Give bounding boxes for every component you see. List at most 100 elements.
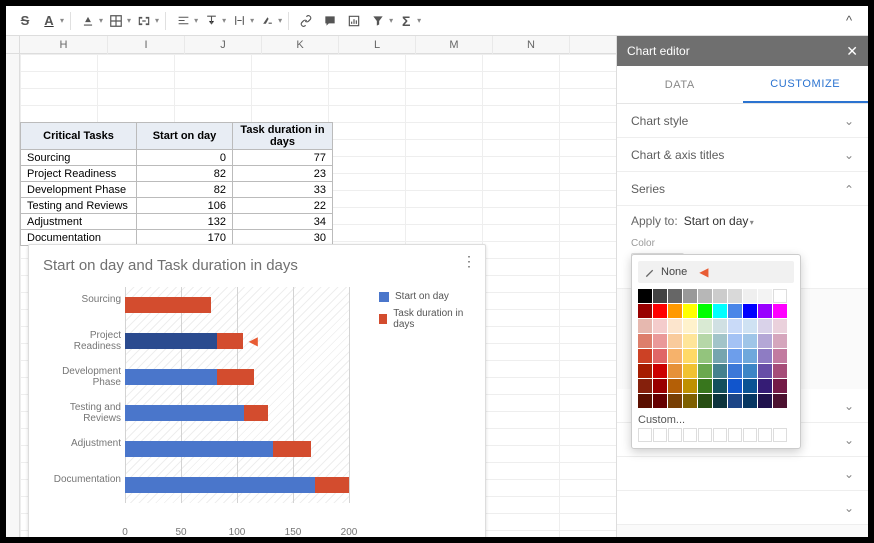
custom-color-slot[interactable]	[668, 428, 682, 442]
color-swatch[interactable]	[743, 334, 757, 348]
color-swatch[interactable]	[773, 304, 787, 318]
spreadsheet[interactable]: HIJKLMN Critical TasksStart on dayTask d…	[6, 36, 616, 537]
color-swatch[interactable]	[713, 289, 727, 303]
legend-item[interactable]: Start on day	[379, 291, 471, 302]
color-swatch[interactable]	[728, 334, 742, 348]
color-swatch[interactable]	[698, 379, 712, 393]
color-swatch[interactable]	[773, 349, 787, 363]
color-swatch[interactable]	[698, 334, 712, 348]
color-swatch[interactable]	[668, 289, 682, 303]
color-none[interactable]: None ◀	[638, 261, 794, 283]
color-swatch[interactable]	[638, 379, 652, 393]
custom-color-slot[interactable]	[773, 428, 787, 442]
color-swatch[interactable]	[758, 319, 772, 333]
apply-to-dropdown[interactable]: Start on day ▾	[684, 214, 754, 228]
column-header[interactable]: I	[108, 36, 185, 54]
color-swatch[interactable]	[728, 304, 742, 318]
color-swatch[interactable]	[713, 334, 727, 348]
color-swatch[interactable]	[653, 349, 667, 363]
table-cell[interactable]: 22	[233, 198, 333, 214]
color-swatch[interactable]	[773, 289, 787, 303]
color-swatch[interactable]	[743, 394, 757, 408]
table-cell[interactable]: 77	[233, 150, 333, 166]
color-swatch[interactable]	[683, 319, 697, 333]
custom-color-slot[interactable]	[713, 428, 727, 442]
color-swatch[interactable]	[698, 349, 712, 363]
accordion-chart-style[interactable]: Chart style⌄	[617, 104, 868, 138]
color-swatch[interactable]	[713, 304, 727, 318]
text-color-icon[interactable]: A	[38, 10, 60, 32]
color-swatch[interactable]	[698, 319, 712, 333]
color-swatch[interactable]	[728, 319, 742, 333]
color-swatch[interactable]	[698, 364, 712, 378]
custom-color-slot[interactable]	[653, 428, 667, 442]
table-cell[interactable]: 82	[137, 166, 233, 182]
color-swatch[interactable]	[683, 364, 697, 378]
wrap-icon[interactable]	[228, 10, 250, 32]
color-swatch[interactable]	[743, 379, 757, 393]
table-header[interactable]: Critical Tasks	[21, 123, 137, 150]
table-cell[interactable]: Sourcing	[21, 150, 137, 166]
table-row[interactable]: Adjustment13234	[21, 214, 333, 230]
chart-bar[interactable]	[125, 369, 254, 385]
color-swatch[interactable]	[728, 394, 742, 408]
color-swatch[interactable]	[683, 304, 697, 318]
color-swatch[interactable]	[683, 334, 697, 348]
tab-data[interactable]: DATA	[617, 66, 743, 103]
color-swatch[interactable]	[668, 379, 682, 393]
color-swatch[interactable]	[653, 334, 667, 348]
comment-icon[interactable]	[319, 10, 341, 32]
color-swatch[interactable]	[638, 394, 652, 408]
column-header[interactable]: H	[20, 36, 108, 54]
color-swatch[interactable]	[653, 379, 667, 393]
color-swatch[interactable]	[638, 364, 652, 378]
valign-icon[interactable]	[200, 10, 222, 32]
legend-item[interactable]: Task duration in days	[379, 308, 471, 330]
table-cell[interactable]: Testing and Reviews	[21, 198, 137, 214]
table-cell[interactable]: Adjustment	[21, 214, 137, 230]
color-swatch[interactable]	[698, 304, 712, 318]
color-swatch[interactable]	[743, 304, 757, 318]
chart-bar[interactable]	[125, 405, 268, 421]
color-swatch[interactable]	[668, 349, 682, 363]
rotate-icon[interactable]	[256, 10, 278, 32]
color-swatch[interactable]	[668, 394, 682, 408]
column-header[interactable]: K	[262, 36, 339, 54]
color-swatch[interactable]	[698, 394, 712, 408]
color-swatch[interactable]	[758, 364, 772, 378]
table-header[interactable]: Start on day	[137, 123, 233, 150]
accordion-item[interactable]: ⌄	[617, 457, 868, 491]
color-swatch[interactable]	[638, 334, 652, 348]
table-row[interactable]: Project Readiness8223	[21, 166, 333, 182]
custom-color-slot[interactable]	[698, 428, 712, 442]
chart-bar[interactable]	[125, 477, 349, 493]
table-cell[interactable]: 106	[137, 198, 233, 214]
color-swatch[interactable]	[713, 349, 727, 363]
column-header[interactable]: M	[416, 36, 493, 54]
color-swatch[interactable]	[728, 379, 742, 393]
table-cell[interactable]: 132	[137, 214, 233, 230]
data-table[interactable]: Critical TasksStart on dayTask duration …	[20, 122, 333, 246]
color-swatch[interactable]	[728, 289, 742, 303]
color-swatch[interactable]	[758, 334, 772, 348]
table-cell[interactable]: 23	[233, 166, 333, 182]
table-cell[interactable]: 34	[233, 214, 333, 230]
column-header[interactable]: N	[493, 36, 570, 54]
chart-icon[interactable]	[343, 10, 365, 32]
color-swatch[interactable]	[683, 349, 697, 363]
fill-color-icon[interactable]	[77, 10, 99, 32]
merge-icon[interactable]	[133, 10, 155, 32]
color-swatch[interactable]	[638, 289, 652, 303]
color-swatch[interactable]	[713, 319, 727, 333]
table-cell[interactable]: Project Readiness	[21, 166, 137, 182]
color-swatch[interactable]	[638, 349, 652, 363]
color-swatch[interactable]	[653, 289, 667, 303]
color-swatch[interactable]	[653, 304, 667, 318]
color-swatch[interactable]	[728, 364, 742, 378]
collapse-toolbar-icon[interactable]: ^	[838, 10, 860, 32]
color-swatch[interactable]	[668, 364, 682, 378]
custom-color-label[interactable]: Custom...	[638, 414, 794, 426]
color-swatch[interactable]	[758, 289, 772, 303]
tab-customize[interactable]: CUSTOMIZE	[743, 66, 869, 103]
color-swatch[interactable]	[743, 349, 757, 363]
